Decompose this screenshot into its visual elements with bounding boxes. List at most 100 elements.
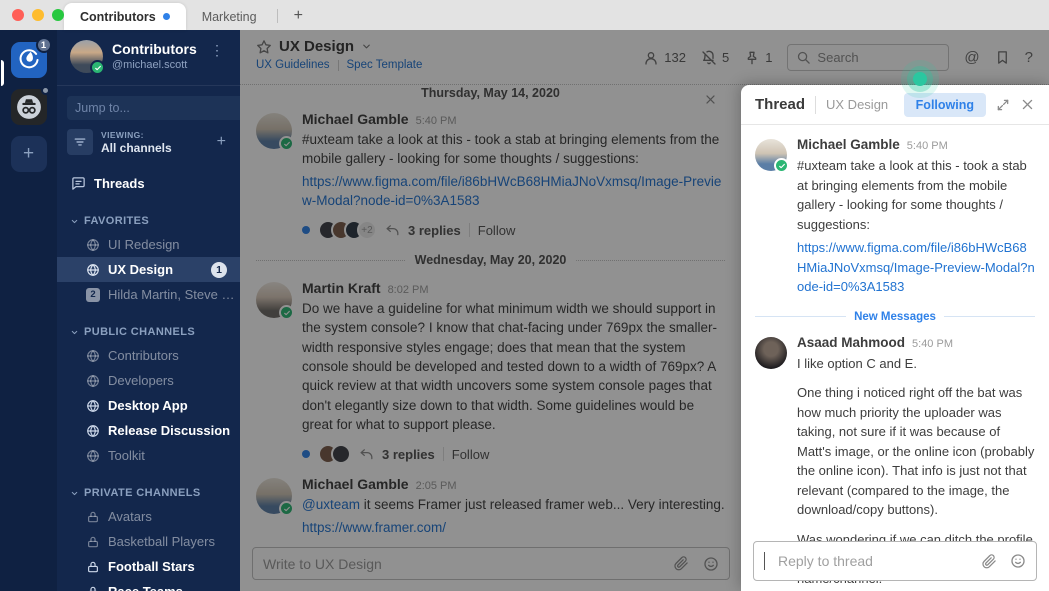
sidebar-item-toolkit[interactable]: Toolkit <box>57 443 240 468</box>
team-unread-badge: 1 <box>35 37 52 53</box>
reply-input[interactable] <box>778 553 969 569</box>
text-caret <box>764 552 765 570</box>
section-title: FAVORITES <box>84 215 150 227</box>
globe-icon <box>86 449 100 463</box>
sidebar-item-basketball-players[interactable]: Basketball Players <box>57 529 240 554</box>
channel-label: Hilda Martin, Steve M... <box>108 287 240 302</box>
online-status-icon <box>774 158 789 173</box>
channel-label: Race Teams <box>108 584 240 591</box>
tab-marketing[interactable]: Marketing <box>186 3 273 30</box>
channel-label: Football Stars <box>108 559 195 574</box>
author-name[interactable]: Michael Gamble <box>797 137 900 152</box>
globe-icon <box>86 399 100 413</box>
minimize-window-button[interactable] <box>32 9 44 21</box>
channel-label: Release Discussion <box>108 423 231 438</box>
globe-icon <box>86 424 100 438</box>
new-tab-button[interactable]: + <box>294 7 303 25</box>
timestamp: 5:40 PM <box>912 337 953 350</box>
thread-root-message: Michael Gamble 5:40 PM #uxteam take a lo… <box>755 137 1035 297</box>
sidebar-item-ui-redesign[interactable]: UI Redesign <box>57 232 240 257</box>
sidebar-item-release-discussion[interactable]: Release Discussion <box>57 418 240 443</box>
paragraph: I like option C and E. <box>797 355 917 371</box>
close-icon[interactable] <box>1020 97 1035 112</box>
author-name[interactable]: Asaad Mahmood <box>797 335 905 350</box>
section-title: PRIVATE CHANNELS <box>84 487 201 499</box>
thread-header: Thread UX Design Following <box>741 85 1049 125</box>
thread-body: Michael Gamble 5:40 PM #uxteam take a lo… <box>741 125 1049 591</box>
sidebar-item-developers[interactable]: Developers <box>57 368 240 393</box>
channel-label: Avatars <box>108 509 152 524</box>
online-status-icon <box>90 60 105 75</box>
sidebar-header[interactable]: Contributors @michael.scott ⋮ <box>57 30 240 86</box>
team-name: Contributors <box>112 41 197 57</box>
lock-icon <box>86 560 100 574</box>
lock-icon <box>86 585 100 591</box>
tutorial-tip-dot[interactable] <box>913 72 927 86</box>
avatar[interactable] <box>755 336 787 369</box>
following-button[interactable]: Following <box>903 92 986 117</box>
paragraph: One thing i noticed right off the bat wa… <box>797 385 1035 517</box>
sidebar-item-ux-design[interactable]: UX Design 1 <box>57 257 240 282</box>
sidebar-item-race-teams[interactable]: Race Teams <box>57 579 240 591</box>
team-button-contributors[interactable]: 1 <box>0 37 52 86</box>
threads-label: Threads <box>94 175 145 191</box>
sidebar-item-desktop-app[interactable]: Desktop App <box>57 393 240 418</box>
jump-to-input[interactable] <box>67 96 240 120</box>
channel-label: Basketball Players <box>108 534 215 549</box>
avatar[interactable] <box>755 139 789 173</box>
globe-icon <box>86 349 100 363</box>
divider <box>815 95 817 114</box>
close-window-button[interactable] <box>12 9 24 21</box>
attach-file-icon[interactable] <box>982 554 997 569</box>
channel-label: Developers <box>108 373 174 388</box>
section-header-public-channels[interactable]: PUBLIC CHANNELS <box>57 321 240 343</box>
globe-icon <box>86 238 100 252</box>
thread-title: Thread <box>755 96 806 113</box>
figma-link[interactable]: https://www.figma.com/file/i86bHWcB68HMi… <box>797 240 1035 294</box>
lock-icon <box>86 510 100 524</box>
filter-icon <box>73 135 87 149</box>
add-team-button[interactable]: + <box>10 136 47 172</box>
zoom-window-button[interactable] <box>52 9 64 21</box>
sidebar-section-favorites: FAVORITES UI Redesign UX Design 1 2 Hild… <box>57 210 240 307</box>
mattermost-logo-icon <box>18 49 40 71</box>
chevron-down-icon <box>70 217 79 226</box>
filter-button[interactable] <box>67 129 93 155</box>
new-messages-label: New Messages <box>854 310 936 323</box>
expand-icon[interactable] <box>996 98 1010 112</box>
sidebar-item-contributors[interactable]: Contributors <box>57 343 240 368</box>
channel-label: Toolkit <box>108 448 145 463</box>
user-avatar[interactable] <box>70 40 105 75</box>
group-member-count-badge: 2 <box>86 287 100 302</box>
sidebar-item-football-stars[interactable]: Football Stars <box>57 554 240 579</box>
channel-label: Desktop App <box>108 398 188 413</box>
sidebar-menu-icon[interactable]: ⋮ <box>206 40 228 61</box>
channel-label: Contributors <box>108 348 179 363</box>
chevron-down-icon <box>70 489 79 498</box>
team-button-secondary[interactable] <box>10 86 50 125</box>
mention-badge: 1 <box>211 261 227 278</box>
emoji-icon[interactable] <box>1010 553 1026 569</box>
traffic-lights <box>12 9 64 21</box>
sidebar-section-public: PUBLIC CHANNELS Contributors Developers … <box>57 321 240 468</box>
incognito-icon <box>16 94 42 120</box>
viewing-value: All channels <box>101 140 172 155</box>
window-tabs: Contributors Marketing + <box>64 0 303 30</box>
tab-contributors[interactable]: Contributors <box>64 3 186 30</box>
channel-label: UI Redesign <box>108 237 180 252</box>
team-unread-dot <box>40 86 50 95</box>
channel-sidebar: Contributors @michael.scott ⋮ ← → VIEWIN… <box>57 30 240 591</box>
lock-icon <box>86 535 100 549</box>
section-title: PUBLIC CHANNELS <box>84 326 196 338</box>
window-tab-bar: Contributors Marketing + <box>0 0 1049 30</box>
thread-channel-name: UX Design <box>826 97 889 112</box>
tab-label: Contributors <box>80 9 156 24</box>
section-header-favorites[interactable]: FAVORITES <box>57 210 240 232</box>
sidebar-item-threads[interactable]: Threads <box>57 170 240 196</box>
sidebar-item-group-dm[interactable]: 2 Hilda Martin, Steve M... <box>57 282 240 307</box>
threads-icon <box>71 176 86 191</box>
sidebar-item-avatars[interactable]: Avatars <box>57 504 240 529</box>
user-handle: @michael.scott <box>112 59 188 71</box>
add-channel-button[interactable]: + <box>213 133 230 151</box>
section-header-private-channels[interactable]: PRIVATE CHANNELS <box>57 482 240 504</box>
